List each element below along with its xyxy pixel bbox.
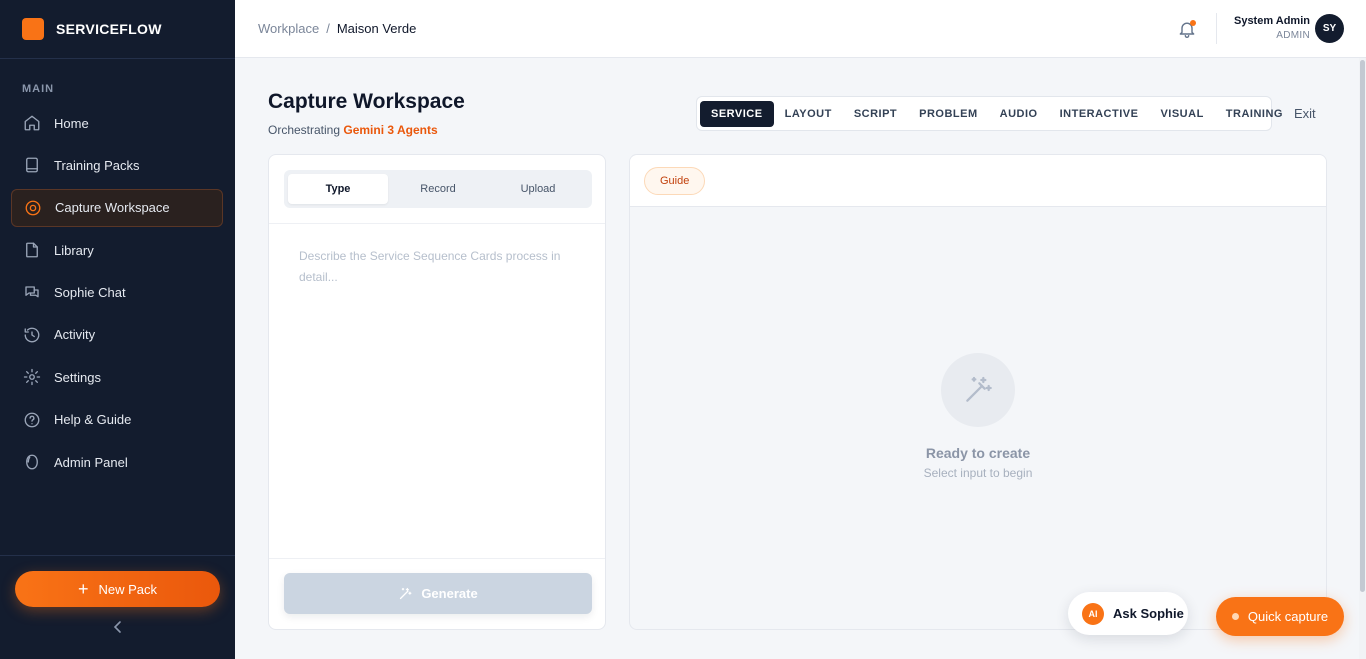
collapse-sidebar-button[interactable]: [110, 620, 126, 638]
output-panel: Guide Ready to create Select input to be…: [629, 154, 1327, 630]
sidebar-item-label: Training Packs: [54, 157, 140, 173]
exit-button[interactable]: Exit: [1294, 106, 1316, 121]
tab-type[interactable]: Type: [288, 174, 388, 204]
sidebar: SERVICEFLOW MAIN Home Training Packs Cap…: [0, 0, 235, 659]
generate-label: Generate: [421, 586, 478, 601]
tab-record[interactable]: Record: [388, 174, 488, 204]
sidebar-item-sophie-chat[interactable]: Sophie Chat: [11, 274, 223, 312]
sidebar-item-label: Activity: [54, 327, 96, 343]
magic-wand-icon: [966, 376, 992, 402]
notification-dot: [1190, 20, 1196, 26]
quick-capture-label: Quick capture: [1247, 609, 1329, 624]
sidebar-item-label: Help & Guide: [54, 412, 132, 428]
sidebar-divider: [0, 58, 235, 59]
target-icon: [25, 200, 41, 216]
tab-training[interactable]: TRAINING: [1215, 101, 1294, 127]
subtitle-accent: Gemini 3 Agents: [343, 123, 438, 137]
sidebar-item-label: Settings: [54, 369, 101, 385]
sidebar-item-label: Capture Workspace: [55, 200, 170, 216]
breadcrumb-item-workplace[interactable]: Workplace: [258, 21, 319, 36]
file-icon: [26, 242, 38, 258]
gear-icon: [23, 369, 41, 386]
sidebar-item-settings[interactable]: Settings: [11, 358, 223, 396]
user-name: System Admin: [1233, 15, 1310, 27]
brand-name: SERVICEFLOW: [56, 21, 162, 37]
sidebar-item-label: Admin Panel: [54, 454, 128, 470]
breadcrumb-separator: /: [326, 21, 330, 36]
plus-icon: +: [77, 579, 89, 599]
panel-divider: [269, 558, 605, 559]
tab-layout[interactable]: LAYOUT: [774, 101, 843, 127]
breadcrumb-item-current: Maison Verde: [336, 21, 417, 36]
home-icon: [24, 115, 40, 131]
page-subtitle: Orchestrating Gemini 3 Agents: [268, 123, 438, 137]
avatar[interactable]: SY: [1315, 14, 1344, 43]
sidebar-divider: [0, 555, 235, 556]
tab-script[interactable]: SCRIPT: [843, 101, 908, 127]
quick-capture-button[interactable]: Quick capture: [1216, 597, 1344, 636]
new-pack-label: New Pack: [98, 581, 158, 597]
empty-state-title: Ready to create: [925, 445, 1031, 461]
header-divider: [1216, 13, 1217, 44]
tab-problem[interactable]: PROBLEM: [908, 101, 989, 127]
sidebar-item-training-packs[interactable]: Training Packs: [11, 146, 223, 184]
sidebar-item-capture-workspace[interactable]: Capture Workspace: [11, 188, 223, 227]
record-dot-icon: [1231, 613, 1239, 620]
output-panel-header: Guide: [630, 155, 1326, 207]
empty-state-icon-circle: [941, 353, 1015, 427]
tab-service[interactable]: SERVICE: [700, 100, 774, 127]
input-mode-tabs: Type Record Upload: [284, 170, 592, 208]
shield-icon: [26, 454, 38, 470]
history-icon: [24, 327, 40, 343]
ask-sophie-label: Ask Sophie: [1113, 606, 1184, 621]
sidebar-item-label: Sophie Chat: [54, 285, 126, 301]
panel-divider: [269, 223, 605, 224]
chat-icon: [25, 285, 39, 297]
mode-tabs: SERVICE LAYOUT SCRIPT PROBLEM AUDIO INTE…: [696, 96, 1282, 131]
new-pack-button[interactable]: + New Pack: [15, 571, 220, 607]
sidebar-item-library[interactable]: Library: [11, 231, 223, 269]
sidebar-item-home[interactable]: Home: [11, 104, 223, 142]
tab-interactive[interactable]: INTERACTIVE: [1049, 101, 1150, 127]
ai-badge: AI: [1082, 602, 1104, 625]
sidebar-item-label: Home: [54, 115, 89, 131]
breadcrumb: Workplace / Maison Verde: [258, 21, 416, 36]
brand[interactable]: SERVICEFLOW: [22, 18, 162, 40]
user-role: ADMIN: [1276, 30, 1310, 41]
page-title: Capture Workspace: [268, 90, 465, 113]
tab-visual[interactable]: VISUAL: [1149, 101, 1214, 127]
ask-sophie-button[interactable]: AI Ask Sophie: [1068, 592, 1188, 635]
book-icon: [26, 157, 38, 173]
sidebar-item-admin-panel[interactable]: Admin Panel: [11, 443, 223, 481]
sidebar-item-activity[interactable]: Activity: [11, 316, 223, 354]
sidebar-item-help-guide[interactable]: Help & Guide: [11, 401, 223, 439]
scrollbar-thumb[interactable]: [1360, 60, 1365, 592]
subtitle-prefix: Orchestrating: [268, 123, 341, 137]
sidebar-nav: Home Training Packs Capture Workspace Li…: [11, 104, 223, 486]
chevron-left-icon: [113, 621, 121, 633]
brand-logo: [22, 18, 44, 40]
magic-wand-icon: [400, 587, 412, 600]
help-icon: [24, 412, 40, 428]
tab-upload[interactable]: Upload: [488, 174, 588, 204]
input-panel: Type Record Upload Generate: [268, 154, 606, 630]
guide-button[interactable]: Guide: [644, 167, 706, 195]
sidebar-item-label: Library: [54, 242, 94, 258]
empty-state-subtitle: Select input to begin: [923, 466, 1033, 480]
top-header: Workplace / Maison Verde System Admin AD…: [235, 0, 1366, 58]
tab-audio[interactable]: AUDIO: [989, 101, 1049, 127]
generate-button[interactable]: Generate: [284, 573, 592, 614]
description-input[interactable]: [283, 240, 591, 540]
sidebar-section-label: MAIN: [22, 83, 55, 95]
